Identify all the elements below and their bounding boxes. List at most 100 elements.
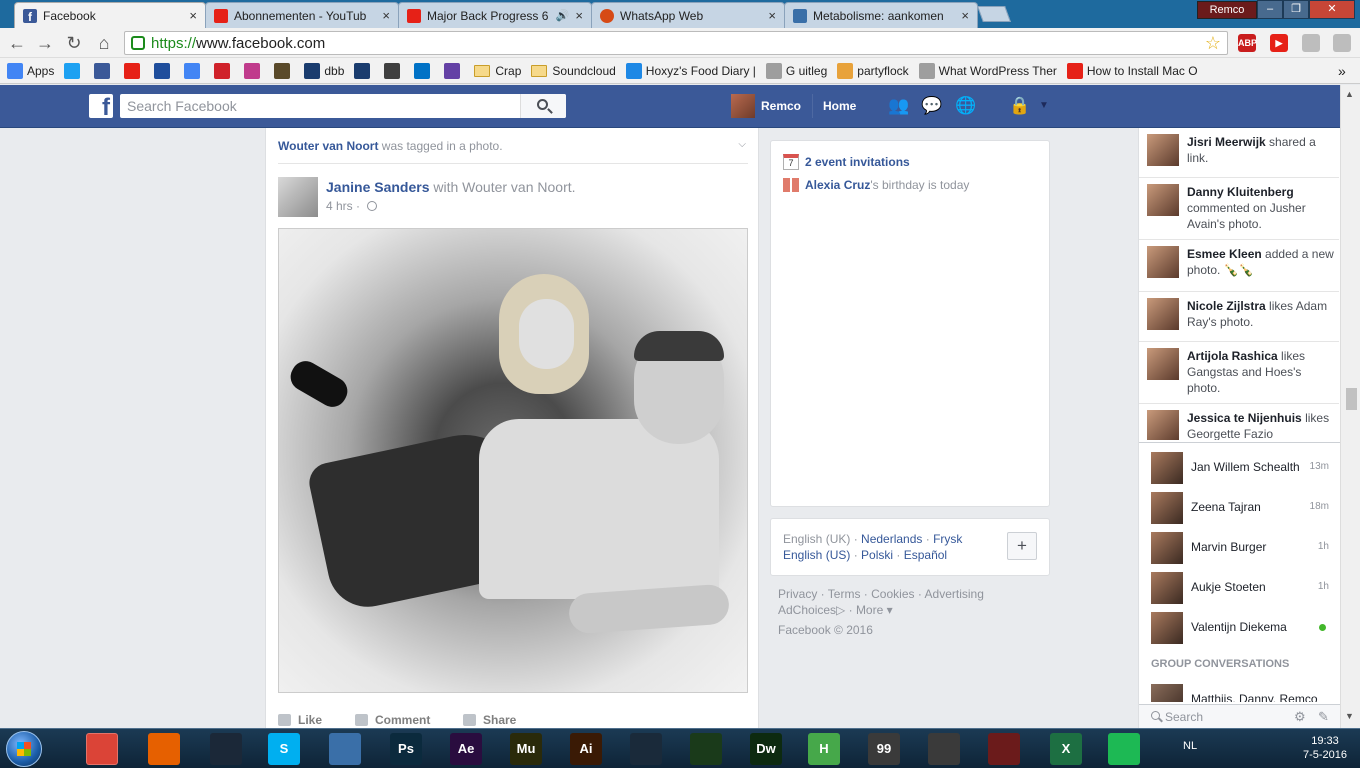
post-time-text[interactable]: 4 hrs · <box>326 199 363 213</box>
event-invitations-row[interactable]: 7 2 event invitations <box>783 154 910 170</box>
back-button[interactable]: ← <box>6 32 28 54</box>
illustrator-icon[interactable]: Ai <box>570 733 602 765</box>
bookmark-item[interactable] <box>244 62 264 79</box>
facebook-search-input[interactable] <box>120 94 520 118</box>
post-photo[interactable] <box>278 228 748 693</box>
bookmarks-overflow-icon[interactable]: » <box>1338 63 1346 79</box>
game-icon[interactable] <box>988 733 1020 765</box>
language-link[interactable]: Frysk <box>933 532 962 546</box>
home-link[interactable]: Home <box>812 94 856 118</box>
bookmark-item[interactable]: Hoxyz's Food Diary | <box>625 62 756 79</box>
bookmark-item[interactable]: G uitleg <box>765 62 827 79</box>
fl-studio-icon[interactable] <box>690 733 722 765</box>
advertising-link[interactable]: Advertising <box>925 587 984 601</box>
language-link[interactable]: Polski <box>861 548 893 562</box>
birthday-row[interactable]: Alexia Cruz's birthday is today <box>783 178 969 192</box>
scroll-down-icon[interactable]: ▼ <box>1345 711 1354 721</box>
close-window-button[interactable]: ✕ <box>1309 0 1355 19</box>
post-author-avatar[interactable] <box>278 177 318 217</box>
extension-icon[interactable] <box>1302 34 1320 52</box>
bookmark-item[interactable] <box>214 62 234 79</box>
bookmark-item[interactable] <box>124 62 144 79</box>
messages-icon[interactable]: 💬 <box>921 96 943 116</box>
photoshop-icon[interactable]: Ps <box>390 733 422 765</box>
disc-icon[interactable] <box>928 733 960 765</box>
skype-icon[interactable]: S <box>268 733 300 765</box>
chat-settings-icon[interactable]: ⚙ <box>1294 710 1306 724</box>
more-languages-button[interactable]: + <box>1007 532 1037 560</box>
birthday-person-link[interactable]: Alexia Cruz <box>805 178 870 192</box>
tab-metabolisme[interactable]: Metabolisme: aankomen × <box>784 2 978 28</box>
chat-friend-item[interactable]: Aukje Stoeten 1h <box>1139 568 1339 608</box>
minimize-button[interactable]: – <box>1257 0 1283 19</box>
language-link[interactable]: Español <box>904 548 947 562</box>
dreamweaver-icon[interactable]: Dw <box>750 733 782 765</box>
chat-friend-item[interactable]: Zeena Tajran 18m <box>1139 488 1339 528</box>
spotify-icon[interactable] <box>1108 733 1140 765</box>
adblock-plus-icon[interactable]: ABP <box>1238 34 1257 52</box>
cookies-link[interactable]: Cookies <box>871 587 914 601</box>
bookmark-item[interactable] <box>384 62 404 79</box>
firefox-icon[interactable] <box>148 733 180 765</box>
bookmark-item[interactable]: What WordPress Ther <box>918 62 1057 79</box>
comment-button[interactable]: Comment <box>355 713 430 727</box>
event-invitations-link[interactable]: 2 event invitations <box>805 155 910 169</box>
bookmark-item[interactable] <box>414 62 434 79</box>
chat-friend-item[interactable]: Marvin Burger 1h <box>1139 528 1339 568</box>
clock[interactable]: 19:33 7-5-2016 <box>1300 734 1350 762</box>
more-link[interactable]: More <box>856 603 883 617</box>
start-button[interactable] <box>6 731 42 767</box>
scroll-up-icon[interactable]: ▲ <box>1345 89 1354 99</box>
bookmark-item[interactable]: dbb <box>304 62 344 79</box>
ticker-item[interactable]: Jessica te Nijenhuis likes Georgette Faz… <box>1139 404 1339 440</box>
post-author-link[interactable]: Janine Sanders <box>326 179 430 195</box>
maximize-button[interactable]: ❐ <box>1283 0 1309 19</box>
close-tab-icon[interactable]: × <box>575 8 583 23</box>
home-button[interactable]: ⌂ <box>93 32 115 54</box>
ticker-item[interactable]: Nicole Zijlstra likes Adam Ray's photo. <box>1139 292 1339 342</box>
bookmark-item[interactable] <box>154 62 174 79</box>
language-link[interactable]: English (US) <box>783 548 850 562</box>
account-dropdown-icon[interactable]: ▼ <box>1033 96 1055 116</box>
close-tab-icon[interactable]: × <box>768 8 776 23</box>
ticker-item[interactable]: Artijola Rashica likes Gangstas and Hoes… <box>1139 342 1339 404</box>
after-effects-icon[interactable]: Ae <box>450 733 482 765</box>
bookmark-item[interactable]: partyflock <box>837 62 909 79</box>
bookmark-item[interactable]: Soundcloud <box>531 64 616 78</box>
close-tab-icon[interactable]: × <box>961 8 969 23</box>
tab-youtube-subscriptions[interactable]: Abonnementen - YouTub × <box>205 2 399 28</box>
facebook-logo-icon[interactable]: f <box>89 94 113 118</box>
group-conversation-item[interactable]: Matthijs, Danny, Remco <box>1139 678 1339 702</box>
bookmark-item[interactable]: How to Install Mac O <box>1066 62 1198 79</box>
language-link[interactable]: Nederlands <box>861 532 922 546</box>
input-language-indicator[interactable]: NL <box>1183 740 1197 752</box>
address-bar[interactable]: https://www.facebook.com ☆ <box>124 31 1228 55</box>
tab-major-back-progress[interactable]: Major Back Progress 6 🔊 × <box>398 2 592 28</box>
forward-button[interactable]: → <box>34 32 56 54</box>
muse-icon[interactable]: Mu <box>510 733 542 765</box>
bookmark-item[interactable]: Apps <box>7 62 54 79</box>
film-icon[interactable] <box>630 733 662 765</box>
browser-profile-button[interactable]: Remco <box>1197 1 1257 19</box>
bookmark-item[interactable] <box>274 62 294 79</box>
bookmark-item[interactable] <box>64 62 84 79</box>
network-icon[interactable] <box>329 733 361 765</box>
privacy-link[interactable]: Privacy <box>778 587 817 601</box>
story-actor-link[interactable]: Wouter van Noort <box>278 139 378 153</box>
chat-friend-item[interactable]: Valentijn Diekema <box>1139 608 1339 648</box>
adchoices-link[interactable]: AdChoices <box>778 603 836 617</box>
chat-search-input[interactable] <box>1165 707 1285 727</box>
ticker-item[interactable]: Danny Kluitenberg commented on Jusher Av… <box>1139 178 1339 240</box>
ticker-item[interactable]: Esmee Kleen added a new photo. 🍾🍾 <box>1139 240 1339 292</box>
bookmark-star-icon[interactable]: ☆ <box>1205 33 1221 54</box>
search-button[interactable] <box>520 94 566 118</box>
new-message-icon[interactable]: ✎ <box>1318 710 1329 724</box>
new-tab-button[interactable] <box>977 6 1011 22</box>
profile-link[interactable]: Remco <box>731 94 801 118</box>
page-scrollbar[interactable]: ▲ ▼ <box>1340 85 1360 728</box>
friend-requests-icon[interactable]: 👥 <box>888 96 910 116</box>
bookmark-item[interactable] <box>354 62 374 79</box>
scrollbar-thumb[interactable] <box>1346 388 1357 410</box>
terms-link[interactable]: Terms <box>828 587 861 601</box>
youtube-extension-icon[interactable]: ▶ <box>1270 34 1288 52</box>
